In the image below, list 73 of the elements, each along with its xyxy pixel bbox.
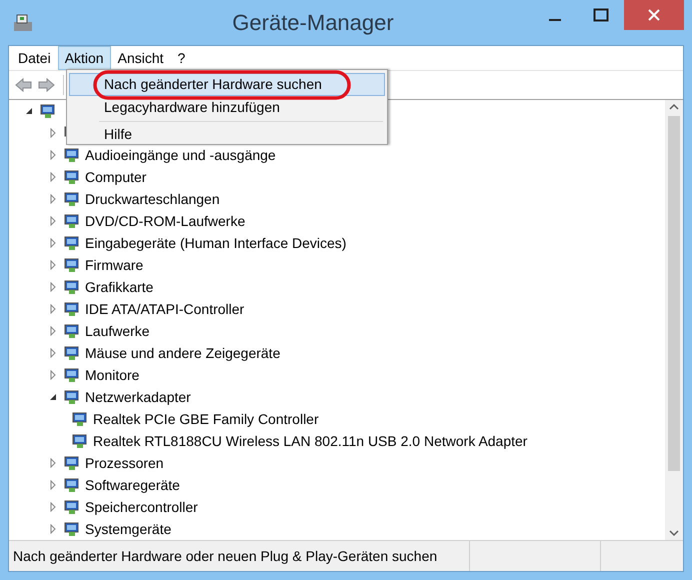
device-icon bbox=[63, 256, 81, 274]
minimize-icon bbox=[549, 19, 561, 21]
expand-arrow-icon[interactable] bbox=[48, 480, 58, 490]
tree-item[interactable]: Audioeingänge und -ausgänge bbox=[85, 147, 276, 163]
back-arrow-icon[interactable] bbox=[15, 77, 33, 93]
device-icon bbox=[63, 190, 81, 208]
vertical-scrollbar[interactable] bbox=[665, 100, 683, 540]
menu-item[interactable]: Aktion bbox=[58, 46, 111, 70]
expand-arrow-icon[interactable] bbox=[48, 216, 58, 226]
collapse-arrow-icon[interactable] bbox=[48, 392, 58, 402]
menu-entry[interactable]: Nach geänderter Hardware suchen bbox=[69, 73, 385, 96]
status-text: Nach geänderter Hardware oder neuen Plug & Play-Geräten suchen bbox=[9, 541, 470, 571]
menu-entry[interactable]: Legacyhardware hinzufügen bbox=[69, 96, 385, 119]
device-icon bbox=[71, 432, 89, 450]
device-icon bbox=[63, 454, 81, 472]
close-icon bbox=[647, 8, 661, 22]
expand-arrow-icon[interactable] bbox=[48, 524, 58, 534]
menu-item[interactable]: Ansicht bbox=[110, 46, 171, 70]
tree-item[interactable]: Realtek PCIe GBE Family Controller bbox=[93, 411, 319, 427]
tree-item[interactable]: Systemgeräte bbox=[85, 521, 172, 537]
expand-arrow-icon[interactable] bbox=[48, 128, 58, 138]
expand-arrow-icon[interactable] bbox=[48, 260, 58, 270]
expand-arrow-icon[interactable] bbox=[48, 304, 58, 314]
window-title: Geräte-Manager bbox=[231, 10, 395, 36]
menu-item[interactable]: ? bbox=[170, 46, 192, 70]
device-icon bbox=[63, 234, 81, 252]
tree-item[interactable]: Softwaregeräte bbox=[85, 477, 180, 493]
device-icon bbox=[39, 102, 57, 120]
expand-arrow-icon[interactable] bbox=[48, 458, 58, 468]
tree-item[interactable]: Prozessoren bbox=[85, 455, 164, 471]
device-icon bbox=[63, 498, 81, 516]
device-icon bbox=[63, 146, 81, 164]
expand-arrow-icon[interactable] bbox=[48, 238, 58, 248]
tree-item[interactable]: Netzwerkadapter bbox=[85, 389, 191, 405]
device-icon bbox=[63, 388, 81, 406]
tree-item[interactable]: Druckwarteschlangen bbox=[85, 191, 220, 207]
tree-item[interactable]: Eingabegeräte (Human Interface Devices) bbox=[85, 235, 346, 251]
expand-arrow-icon[interactable] bbox=[48, 326, 58, 336]
device-icon bbox=[63, 366, 81, 384]
device-icon bbox=[63, 476, 81, 494]
tree-item[interactable]: IDE ATA/ATAPI-Controller bbox=[85, 301, 244, 317]
tree-item[interactable]: DVD/CD-ROM-Laufwerke bbox=[85, 213, 246, 229]
expand-arrow-icon[interactable] bbox=[48, 282, 58, 292]
device-icon bbox=[63, 520, 81, 538]
tree-item[interactable]: Realtek RTL8188CU Wireless LAN 802.11n USB 2.0 Network Adapter bbox=[93, 433, 528, 449]
expand-arrow-icon[interactable] bbox=[48, 502, 58, 512]
tree-item[interactable]: Grafikkarte bbox=[85, 279, 154, 295]
device-icon bbox=[63, 300, 81, 318]
device-icon bbox=[71, 410, 89, 428]
collapse-arrow-icon[interactable] bbox=[24, 106, 34, 116]
expand-arrow-icon[interactable] bbox=[48, 370, 58, 380]
tree-item[interactable]: Monitore bbox=[85, 367, 140, 383]
tree-item[interactable]: Firmware bbox=[85, 257, 144, 273]
device-icon bbox=[63, 212, 81, 230]
device-icon bbox=[63, 278, 81, 296]
expand-arrow-icon[interactable] bbox=[48, 194, 58, 204]
tree-item[interactable]: Mäuse und andere Zeigegeräte bbox=[85, 345, 280, 361]
expand-arrow-icon[interactable] bbox=[48, 150, 58, 160]
close-button[interactable] bbox=[624, 0, 684, 30]
menu-item[interactable]: Datei bbox=[11, 46, 58, 70]
tree-item[interactable]: Computer bbox=[85, 169, 146, 185]
device-icon bbox=[63, 344, 81, 362]
device-icon bbox=[63, 168, 81, 186]
expand-arrow-icon[interactable] bbox=[48, 348, 58, 358]
maximize-icon bbox=[593, 8, 609, 22]
forward-arrow-icon[interactable] bbox=[37, 77, 55, 93]
menu-entry[interactable]: Hilfe bbox=[69, 124, 385, 144]
scrollbar-thumb[interactable] bbox=[668, 116, 680, 471]
tree-item[interactable]: Speichercontroller bbox=[85, 499, 198, 515]
tree-item[interactable]: Laufwerke bbox=[85, 323, 150, 339]
expand-arrow-icon[interactable] bbox=[48, 172, 58, 182]
device-icon bbox=[63, 322, 81, 340]
device-manager-icon bbox=[12, 12, 34, 32]
